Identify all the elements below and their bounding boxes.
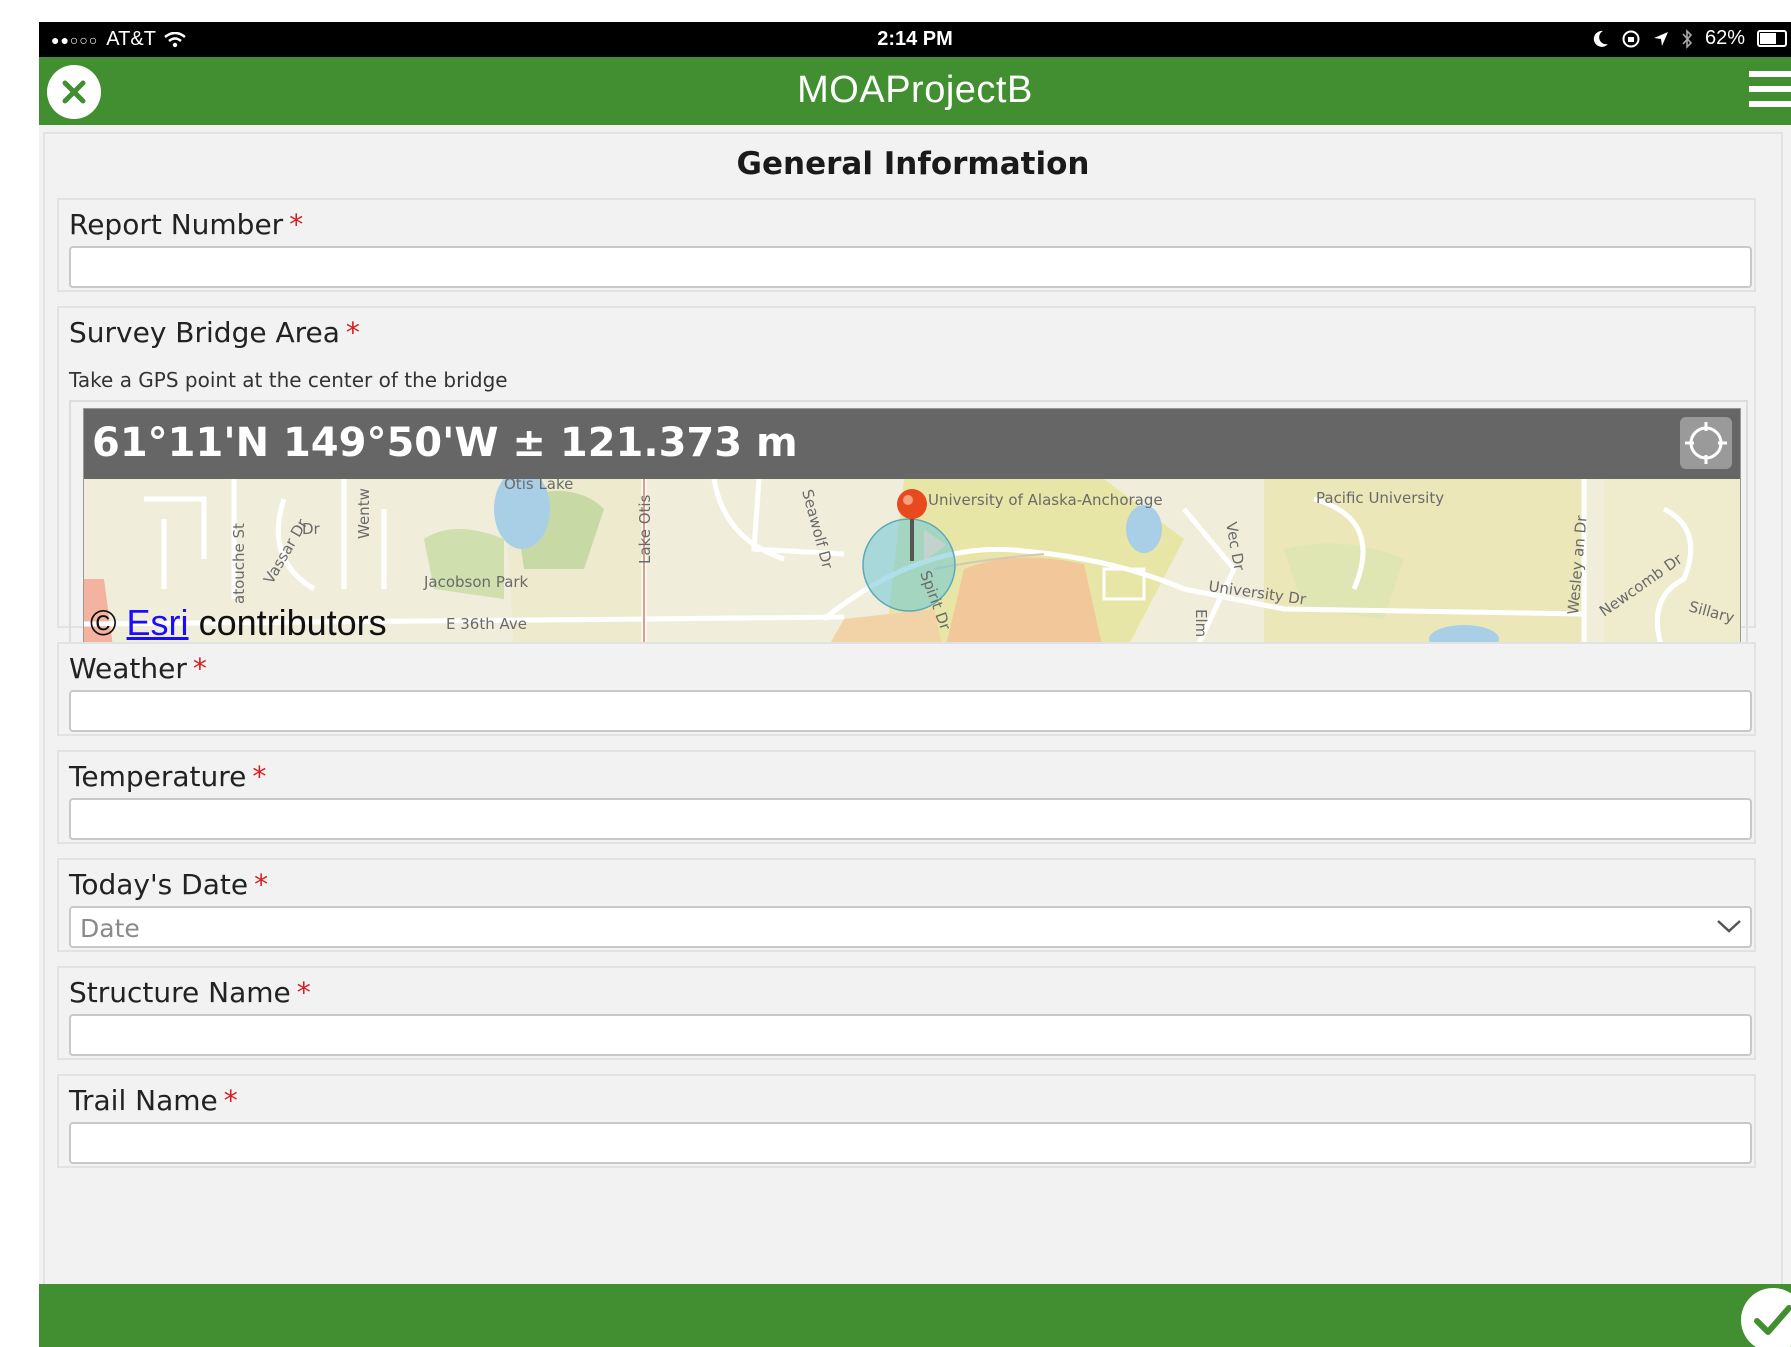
battery-percent: 62% (1704, 27, 1745, 49)
report-number-label-wrap: Report Number * (69, 208, 303, 241)
crosshair-icon (1685, 422, 1727, 464)
weather-input[interactable] (69, 690, 1752, 732)
todays-date-label-wrap: Today's Date * (69, 868, 268, 901)
survey-bridge-area-hint: Take a GPS point at the center of the br… (69, 368, 508, 392)
survey-bridge-area-label: Survey Bridge Area (69, 316, 340, 349)
required-marker: * (192, 652, 207, 685)
map-label: Elm (1192, 609, 1210, 637)
required-marker: * (296, 976, 311, 1009)
map-container: 61°11'N 149°50'W ± 121.373 m Otis Lake L… (69, 400, 1748, 666)
trail-name-input[interactable] (69, 1122, 1752, 1164)
todays-date-label: Today's Date (69, 868, 249, 901)
date-placeholder: Date (80, 914, 140, 943)
todays-date-group: Today's Date * Date (57, 858, 1756, 952)
survey-bridge-area-label-wrap: Survey Bridge Area * (69, 316, 360, 349)
app-header: MOAProjectB (39, 57, 1791, 125)
required-marker: * (289, 208, 304, 241)
moon-icon (1593, 30, 1608, 47)
temperature-group: Temperature * (57, 750, 1756, 844)
app-footer (39, 1284, 1791, 1347)
required-marker: * (254, 868, 269, 901)
temperature-label: Temperature (69, 760, 247, 793)
survey-form: General Information Report Number * Surve… (43, 132, 1783, 1302)
map-attribution: © Esri contributors (90, 602, 387, 644)
map-label: atouche St (230, 523, 248, 604)
location-arrow-icon (1653, 31, 1668, 46)
copyright-symbol: © (90, 602, 117, 643)
form-title: General Information (736, 146, 1090, 182)
trail-name-label: Trail Name (69, 1084, 218, 1117)
bluetooth-icon (1682, 28, 1693, 49)
weather-label: Weather (69, 652, 187, 685)
survey-bridge-area-group: Survey Bridge Area * Take a GPS point at … (57, 306, 1756, 666)
locate-button[interactable] (1680, 417, 1732, 469)
map-label: Jacobson Park (423, 573, 529, 591)
map-label: E 36th Ave (446, 615, 527, 633)
report-number-group: Report Number * (57, 198, 1756, 292)
checkmark-icon (1754, 1305, 1791, 1335)
date-picker[interactable]: Date (69, 906, 1752, 948)
required-marker: * (223, 1084, 238, 1117)
report-number-label: Report Number (69, 208, 284, 241)
esri-link[interactable]: Esri (127, 602, 189, 643)
weather-group: Weather * (57, 642, 1756, 736)
map-label: University of Alaska-Anchorage (928, 491, 1163, 509)
structure-name-input[interactable] (69, 1014, 1752, 1056)
status-bar: ●●○○○ AT&T 2:14 PM 62% (39, 22, 1791, 57)
weather-label-wrap: Weather * (69, 652, 207, 685)
report-number-input[interactable] (69, 246, 1752, 288)
map-label: Pacific University (1316, 489, 1444, 507)
structure-name-label-wrap: Structure Name * (69, 976, 311, 1009)
map-label: Wentw (355, 488, 373, 539)
hamburger-line (1749, 101, 1791, 107)
attribution-text: contributors (198, 602, 387, 643)
map-label: Otis Lake (504, 479, 573, 493)
menu-button[interactable] (1749, 71, 1791, 111)
coordinate-bar: 61°11'N 149°50'W ± 121.373 m (84, 409, 1740, 479)
coordinate-readout: 61°11'N 149°50'W ± 121.373 m (92, 420, 798, 466)
map-label: Lake Otis (636, 494, 654, 564)
hamburger-line (1749, 86, 1791, 92)
map-label: Dr (302, 520, 321, 538)
orientation-lock-icon (1622, 30, 1640, 47)
required-marker: * (252, 760, 267, 793)
battery-icon (1757, 30, 1787, 47)
required-marker: * (345, 316, 360, 349)
trail-name-label-wrap: Trail Name * (69, 1084, 238, 1117)
structure-name-label: Structure Name (69, 976, 291, 1009)
chevron-down-icon (1717, 920, 1741, 933)
status-time: 2:14 PM (877, 28, 953, 50)
hamburger-line (1749, 71, 1791, 77)
app-screen: ●●○○○ AT&T 2:14 PM 62% MOAProjectB Gener… (39, 22, 1791, 1347)
app-title: MOAProjectB (797, 69, 1033, 111)
trail-name-group: Trail Name * (57, 1074, 1756, 1168)
structure-name-group: Structure Name * (57, 966, 1756, 1060)
temperature-label-wrap: Temperature * (69, 760, 266, 793)
gps-map[interactable]: 61°11'N 149°50'W ± 121.373 m Otis Lake L… (83, 408, 1741, 655)
temperature-input[interactable] (69, 798, 1752, 840)
submit-button[interactable] (1741, 1288, 1791, 1347)
